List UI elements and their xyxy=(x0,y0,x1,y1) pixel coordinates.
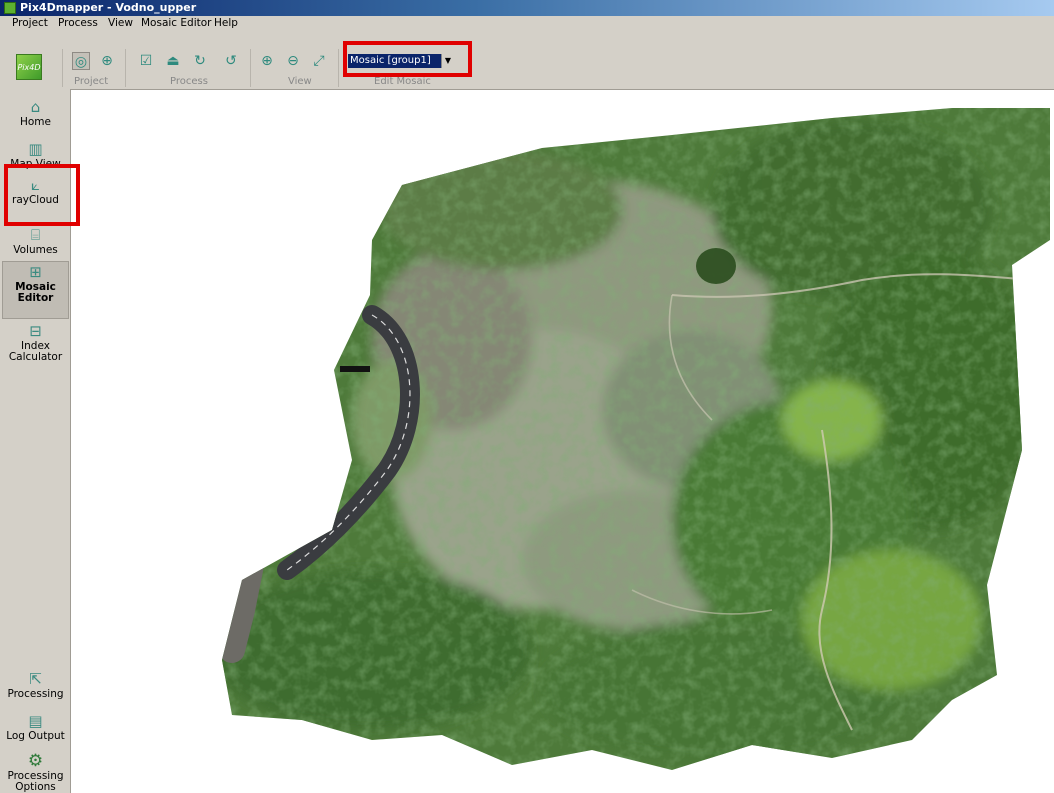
sidebar-item-mosaic-editor[interactable]: ⊞ Mosaic Editor xyxy=(2,261,69,319)
sidebar-item-label: Volumes xyxy=(13,244,58,256)
zoom-in-icon[interactable]: ⊕ xyxy=(258,52,276,70)
sidebar-item-label: Index Calculator xyxy=(8,340,63,363)
sidebar-item-volumes[interactable]: ⌸ Volumes xyxy=(2,225,69,256)
mosaic-select[interactable]: Mosaic [group1] ▼ xyxy=(348,54,454,68)
menu-bar: Project Process View Mosaic Editor Help xyxy=(0,16,1054,31)
mosaic-artifact xyxy=(340,366,370,372)
toolbar-separator xyxy=(250,49,251,87)
calculator-icon: ⊟ xyxy=(29,322,42,340)
refresh-alt-icon[interactable]: ↺ xyxy=(222,52,240,70)
sidebar-item-raycloud[interactable]: ⟀ rayCloud xyxy=(2,175,69,206)
app-icon xyxy=(4,2,16,14)
toolbar-separator xyxy=(62,49,63,87)
group-label-project: Project xyxy=(74,76,109,87)
refresh-icon[interactable]: ↻ xyxy=(191,52,209,70)
sidebar-item-home[interactable]: ⌂ Home xyxy=(2,97,69,128)
map-icon: ▥ xyxy=(28,140,43,158)
cylinder-icon: ⌸ xyxy=(30,226,40,244)
chevron-down-icon[interactable]: ▼ xyxy=(441,54,454,68)
menu-mosaic-editor[interactable]: Mosaic Editor xyxy=(139,16,214,31)
home-icon: ⌂ xyxy=(30,98,41,116)
toolbar: Pix4D ◎ ⊕ Project ☑ ⏏ ↻ ↺ Process ⊕ ⊖ ⤢ … xyxy=(0,31,1054,90)
sidebar-item-label: Map View xyxy=(10,158,61,170)
sidebar-item-processing-options[interactable]: ⚙ Processing Options xyxy=(2,751,69,793)
menu-help[interactable]: Help xyxy=(212,16,240,31)
sidebar-item-map-view[interactable]: ▥ Map View xyxy=(2,139,69,173)
output-tray-icon[interactable]: ⏏ xyxy=(164,52,182,70)
title-bar: Pix4Dmapper - Vodno_upper xyxy=(0,0,1054,16)
layers-icon[interactable]: ◎ xyxy=(72,52,90,70)
sidebar-item-label: Processing Options xyxy=(7,770,64,793)
mosaic-select-value: Mosaic [group1] xyxy=(350,55,431,66)
orthomosaic[interactable] xyxy=(72,90,1054,793)
menu-view[interactable]: View xyxy=(106,16,135,31)
sidebar-item-label: Log Output xyxy=(6,730,65,742)
crosshair-icon[interactable]: ⊕ xyxy=(98,52,116,70)
log-icon: ▤ xyxy=(28,712,43,730)
sidebar-item-label: Processing xyxy=(7,688,64,700)
sidebar-item-index-calculator[interactable]: ⊟ Index Calculator xyxy=(2,321,69,363)
sidebar-item-label: Mosaic Editor xyxy=(15,281,56,304)
sidebar-item-label: Home xyxy=(19,116,51,128)
toolbar-separator xyxy=(125,49,126,87)
sidebar: ⌂ Home ▥ Map View ⟀ rayCloud ⌸ Volumes ⊞… xyxy=(0,89,71,793)
mosaic-icon: ⊞ xyxy=(29,263,42,281)
check-document-icon[interactable]: ☑ xyxy=(137,52,155,70)
sidebar-item-label: rayCloud xyxy=(12,194,59,206)
raycloud-icon: ⟀ xyxy=(31,176,40,194)
window-title: Pix4Dmapper - Vodno_upper xyxy=(20,1,197,14)
map-canvas[interactable] xyxy=(72,90,1054,793)
processing-icon: ⇱ xyxy=(29,670,42,688)
sidebar-item-processing[interactable]: ⇱ Processing xyxy=(2,669,69,700)
zoom-out-icon[interactable]: ⊖ xyxy=(284,52,302,70)
group-label-view: View xyxy=(288,76,312,87)
fit-extent-icon[interactable]: ⤢ xyxy=(310,52,328,70)
group-label-process: Process xyxy=(170,76,208,87)
menu-project[interactable]: Project xyxy=(10,16,50,31)
gear-icon: ⚙ xyxy=(27,751,44,771)
group-label-edit-mosaic: Edit Mosaic xyxy=(374,76,431,87)
pix4d-logo-button[interactable]: Pix4D xyxy=(16,54,42,80)
toolbar-separator xyxy=(338,49,339,87)
sidebar-item-log-output[interactable]: ▤ Log Output xyxy=(2,711,69,742)
menu-process[interactable]: Process xyxy=(56,16,100,31)
